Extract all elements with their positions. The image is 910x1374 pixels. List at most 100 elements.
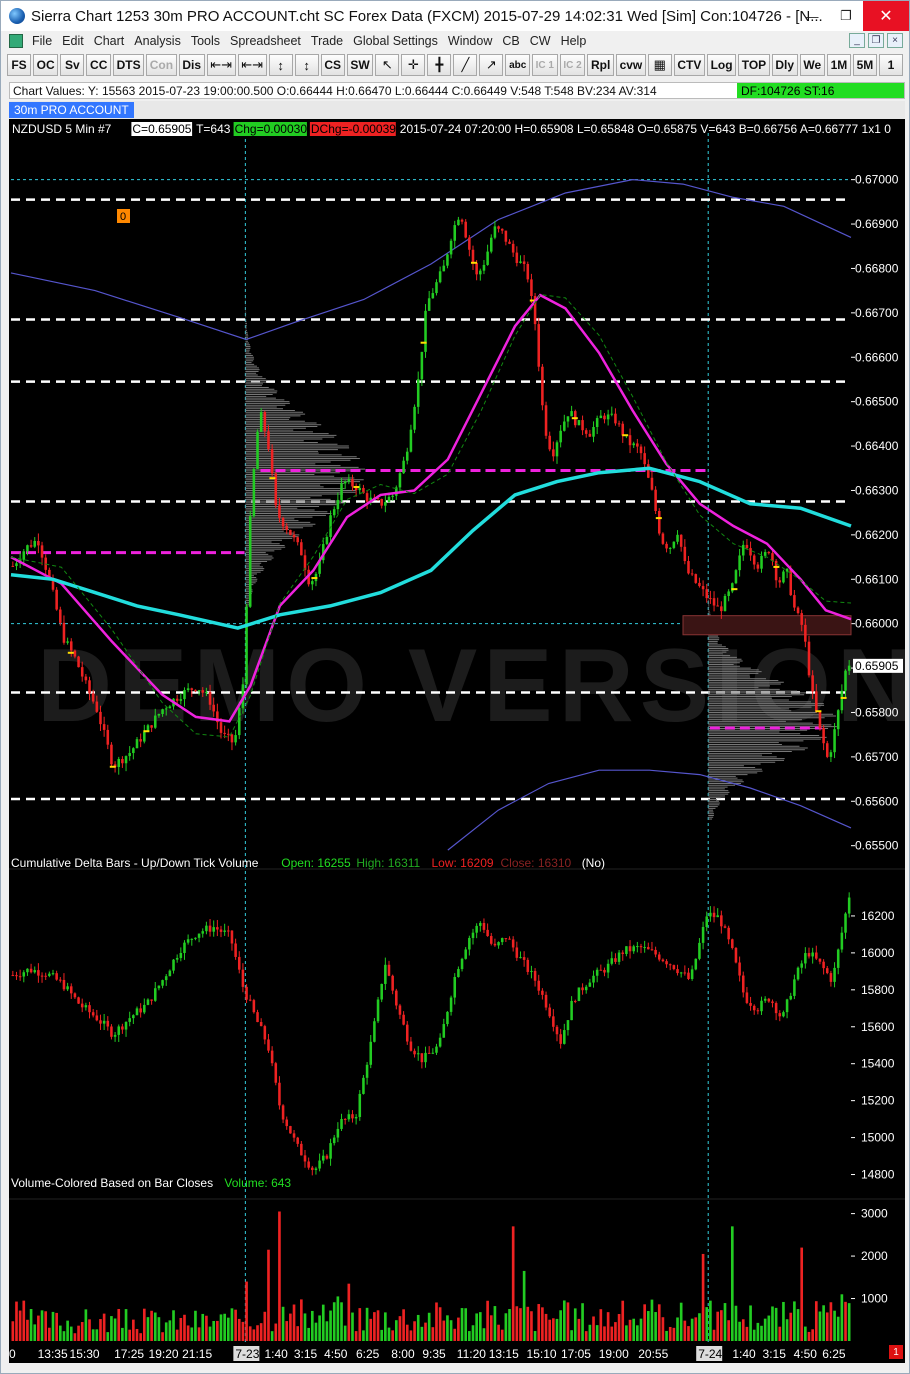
delta-candle <box>88 1005 91 1013</box>
price-candle <box>581 420 584 431</box>
delta-candle <box>632 946 635 952</box>
delta-candle <box>113 1034 117 1037</box>
toolbar-log-button[interactable]: Log <box>706 54 737 76</box>
price-candle <box>537 324 541 367</box>
minimize-button[interactable]: — <box>795 1 829 31</box>
menu-help[interactable]: Help <box>556 34 592 48</box>
price-candle <box>230 734 234 743</box>
volume-bar <box>124 1309 128 1341</box>
menu-tools[interactable]: Tools <box>186 34 225 48</box>
price-candle <box>723 595 727 612</box>
toolbar-sv-button[interactable]: Sv <box>60 54 85 76</box>
toolbar-cs-button[interactable]: CS <box>320 54 345 76</box>
chart-area[interactable]: 30m PRO ACCOUNT DEMO VERSION NZDUSD 5 Min… <box>9 101 905 1363</box>
menu-cb[interactable]: CB <box>497 34 524 48</box>
volume-bar <box>44 1311 48 1341</box>
toolbar-we-button[interactable]: We <box>799 54 825 76</box>
line-tool-icon[interactable]: ╱ <box>453 54 478 76</box>
price-candle <box>836 710 840 730</box>
delta-tick-label: 16000 <box>861 946 895 960</box>
toolbar-abc-button[interactable]: abc <box>505 54 530 76</box>
volume-bar <box>840 1294 844 1341</box>
price-candle <box>617 423 621 425</box>
menu-edit[interactable]: Edit <box>57 34 89 48</box>
volume-bar <box>69 1326 73 1341</box>
delta-candle <box>311 1167 314 1170</box>
scale-fit-icon[interactable]: ↕ <box>294 54 319 76</box>
volume-bar <box>694 1317 698 1341</box>
delta-candle <box>511 939 515 948</box>
chart-canvas[interactable]: DEMO VERSIONNZDUSD 5 Min #7 C=0.65905 T=64… <box>9 119 905 1363</box>
menu-window[interactable]: Window <box>443 34 497 48</box>
toolbar-ic1-button[interactable]: IC 1 <box>531 54 558 76</box>
toolbar-dts-button[interactable]: DTS <box>113 54 145 76</box>
volume-bar <box>117 1308 121 1341</box>
price-candle <box>446 254 449 266</box>
price-candle <box>610 413 614 415</box>
delta-candle <box>241 969 245 987</box>
pointer-icon[interactable]: ↖ <box>375 54 400 76</box>
delta-candle <box>318 1160 321 1169</box>
crosshair-icon[interactable]: ✛ <box>401 54 426 76</box>
grid-icon[interactable]: ▦ <box>647 54 672 76</box>
volume-bar <box>511 1226 515 1341</box>
ray-tool-icon[interactable]: ↗ <box>479 54 504 76</box>
price-candle <box>705 589 709 599</box>
window-controls: — ❐ ✕ <box>795 1 909 31</box>
mdi-minimize-button[interactable]: _ <box>849 33 865 48</box>
volume-bar <box>307 1327 310 1341</box>
mdi-restore-button[interactable]: ❐ <box>868 33 884 48</box>
volume-bar <box>632 1318 636 1341</box>
menu-analysis[interactable]: Analysis <box>129 34 186 48</box>
tab-30m-pro-account[interactable]: 30m PRO ACCOUNT <box>9 102 134 118</box>
close-button[interactable]: ✕ <box>863 1 909 31</box>
menu-cw[interactable]: CW <box>525 34 556 48</box>
menu-file[interactable]: File <box>27 34 57 48</box>
volume-bar <box>625 1325 628 1341</box>
toolbar-cvw-button[interactable]: cvw <box>615 54 646 76</box>
delta-candle <box>526 959 530 972</box>
toolbar-sw-button[interactable]: SW <box>346 54 374 76</box>
toolbar-oc-button[interactable]: OC <box>33 54 59 76</box>
toolbar-dly-button[interactable]: Dly <box>771 54 798 76</box>
delta-candle <box>647 947 650 950</box>
pivot-marker <box>143 730 150 733</box>
menu-trade[interactable]: Trade <box>306 34 348 48</box>
menu-chart[interactable]: Chart <box>89 34 130 48</box>
delta-candle <box>825 968 829 974</box>
menu-spreadsheet[interactable]: Spreadsheet <box>225 34 306 48</box>
restore-button[interactable]: ❐ <box>829 1 863 31</box>
price-candle <box>26 545 29 552</box>
alert-indicator[interactable]: 1 <box>889 1345 903 1359</box>
document-icon[interactable] <box>9 34 23 48</box>
toolbar-1m-button[interactable]: 1M <box>826 54 851 76</box>
toolbar-con-button[interactable]: Con <box>146 54 177 76</box>
toolbar-fs-button[interactable]: FS <box>7 54 31 76</box>
toolbar-1-button[interactable]: 1 <box>878 54 903 76</box>
delta-candle <box>59 979 62 981</box>
toolbar-dis-button[interactable]: Dis <box>178 54 205 76</box>
toolbar-cc-button[interactable]: CC <box>86 54 112 76</box>
volume-bar <box>256 1325 259 1341</box>
scale-icon[interactable]: ↕ <box>268 54 293 76</box>
lower-band-line <box>447 769 852 851</box>
bar-spacing-wide-icon[interactable]: ⇤⇥ <box>237 54 267 76</box>
delta-candle <box>782 1012 785 1017</box>
toolbar-top-button[interactable]: TOP <box>738 54 770 76</box>
cursor-cross-icon[interactable]: ╋ <box>427 54 452 76</box>
toolbar-5m-button[interactable]: 5M <box>852 54 877 76</box>
menu-global-settings[interactable]: Global Settings <box>348 34 443 48</box>
time-tick-label: 9:35 <box>422 1347 446 1361</box>
toolbar-ic2-button[interactable]: IC 2 <box>559 54 586 76</box>
volume-bar <box>636 1325 639 1341</box>
price-candle <box>639 446 643 454</box>
volume-bar <box>745 1326 749 1341</box>
toolbar-rpl-button[interactable]: Rpl <box>587 54 614 76</box>
bar-spacing-icon[interactable]: ⇤⇥ <box>206 54 236 76</box>
mdi-close-button[interactable]: × <box>887 33 903 48</box>
toolbar-ctv-button[interactable]: CTV <box>673 54 705 76</box>
title-bar[interactable]: Sierra Chart 1253 30m PRO ACCOUNT.cht SC… <box>1 1 909 31</box>
price-candle <box>424 310 427 352</box>
volume-bar <box>829 1302 833 1341</box>
delta-candle <box>544 994 548 1008</box>
